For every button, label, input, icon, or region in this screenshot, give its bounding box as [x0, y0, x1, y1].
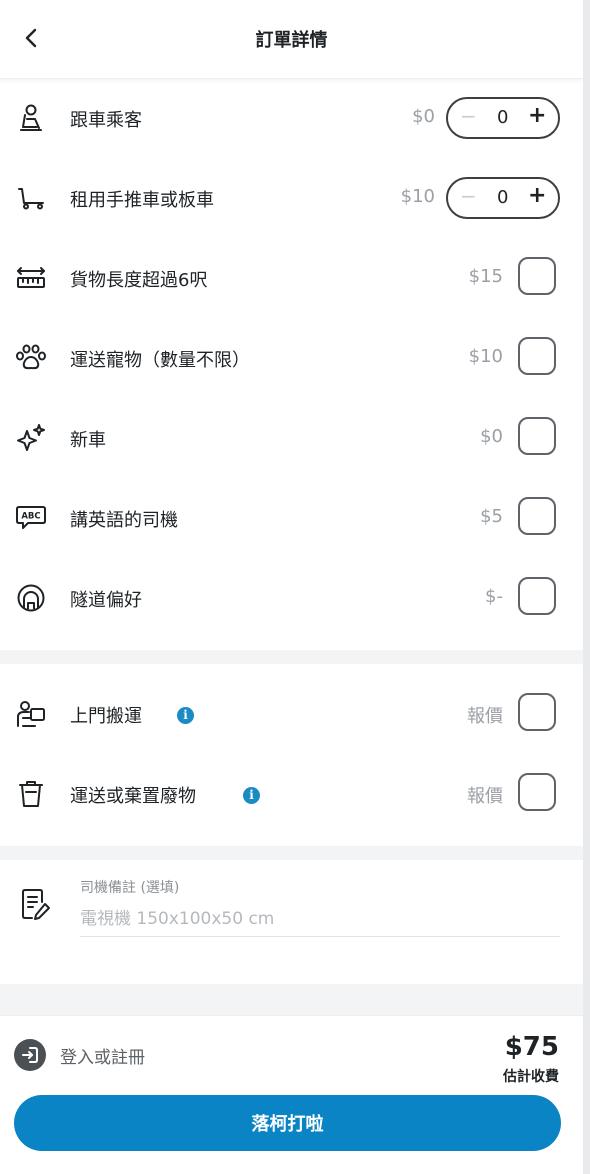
estimated-total-label: 估計收費	[503, 1069, 559, 1085]
option-price: $10	[468, 346, 503, 367]
header: 訂單詳情	[0, 0, 583, 79]
stepper-count: 0	[497, 187, 509, 208]
stepper-plus-button[interactable]: +	[528, 103, 546, 128]
option-label: 運送寵物（數量不限）	[70, 350, 250, 371]
option-price: $-	[485, 586, 503, 607]
abc-speech-bubble-icon: ABC	[14, 502, 48, 534]
option-checkbox[interactable]	[518, 577, 556, 615]
mover-carrying-box-icon	[14, 698, 48, 730]
info-icon[interactable]: i	[243, 787, 260, 804]
tunnel-icon	[14, 582, 48, 614]
service-price: 報價	[467, 706, 503, 727]
option-price: $0	[412, 106, 435, 127]
passenger-stepper: − 0 +	[446, 97, 560, 139]
ruler-length-icon	[14, 262, 48, 294]
place-order-button[interactable]: 落柯打啦	[14, 1095, 561, 1151]
option-checkbox[interactable]	[518, 497, 556, 535]
option-label: 新車	[70, 430, 106, 451]
service-checkbox[interactable]	[518, 693, 556, 731]
stepper-minus-button[interactable]: −	[460, 184, 477, 208]
service-price: 報價	[467, 786, 503, 807]
passenger-seat-icon	[14, 102, 48, 134]
option-label: 租用手推車或板車	[70, 190, 214, 211]
option-checkbox[interactable]	[518, 417, 556, 455]
trash-bin-icon	[14, 778, 48, 810]
page-title: 訂單詳情	[255, 30, 328, 51]
note-edit-icon	[20, 888, 52, 922]
option-label: 講英語的司機	[70, 510, 178, 531]
option-row-tunnel: 隧道偏好 $-	[0, 558, 583, 638]
option-price: $5	[480, 506, 503, 527]
option-price: $10	[400, 186, 435, 207]
option-row-pets: 運送寵物（數量不限） $10	[0, 318, 583, 398]
section-divider	[0, 984, 583, 1015]
stepper-minus-button[interactable]: −	[460, 104, 477, 128]
option-row-english: ABC 講英語的司機 $5	[0, 478, 583, 558]
service-row-door-moving: 上門搬運 i 報價	[0, 674, 583, 754]
service-row-waste: 運送或棄置廢物 i 報價	[0, 754, 583, 834]
option-label: 隧道偏好	[70, 590, 142, 611]
estimated-total: $75	[504, 1032, 559, 1062]
screen-edge	[583, 0, 590, 1174]
login-icon	[14, 1039, 46, 1071]
option-price: $0	[480, 426, 503, 447]
paw-icon	[14, 342, 48, 374]
svg-text:ABC: ABC	[21, 512, 40, 522]
option-row-new-car: 新車 $0	[0, 398, 583, 478]
info-icon[interactable]: i	[177, 707, 194, 724]
login-register-link[interactable]: 登入或註冊	[14, 1038, 145, 1072]
option-checkbox[interactable]	[518, 257, 556, 295]
driver-notes-input[interactable]	[80, 902, 560, 937]
option-label: 貨物長度超過6呎	[70, 270, 208, 291]
section-divider	[0, 650, 583, 664]
service-label: 運送或棄置廢物	[70, 786, 196, 807]
option-price: $15	[468, 266, 503, 287]
stepper-plus-button[interactable]: +	[528, 183, 546, 208]
login-register-text: 登入或註冊	[60, 1047, 145, 1068]
option-checkbox[interactable]	[518, 337, 556, 375]
hand-trolley-icon	[14, 182, 48, 214]
option-label: 跟車乘客	[70, 110, 142, 131]
service-checkbox[interactable]	[518, 773, 556, 811]
service-label: 上門搬運	[70, 706, 142, 727]
sparkle-icon	[14, 422, 48, 454]
notes-label: 司機備註 (選填)	[80, 880, 180, 896]
checkout-footer: 登入或註冊 $75 估計收費 落柯打啦	[0, 1015, 583, 1174]
trolley-stepper: − 0 +	[446, 177, 560, 219]
option-row-long-goods: 貨物長度超過6呎 $15	[0, 238, 583, 318]
option-row-trolley: 租用手推車或板車 $10 − 0 +	[0, 158, 583, 238]
stepper-count: 0	[497, 107, 509, 128]
order-details-screen: 訂單詳情 跟車乘客 $0 − 0 + 租用手推車或板車 $10 − 0 + 貨物…	[0, 0, 583, 1174]
option-row-passenger: 跟車乘客 $0 − 0 +	[0, 78, 583, 158]
section-divider	[0, 846, 583, 860]
